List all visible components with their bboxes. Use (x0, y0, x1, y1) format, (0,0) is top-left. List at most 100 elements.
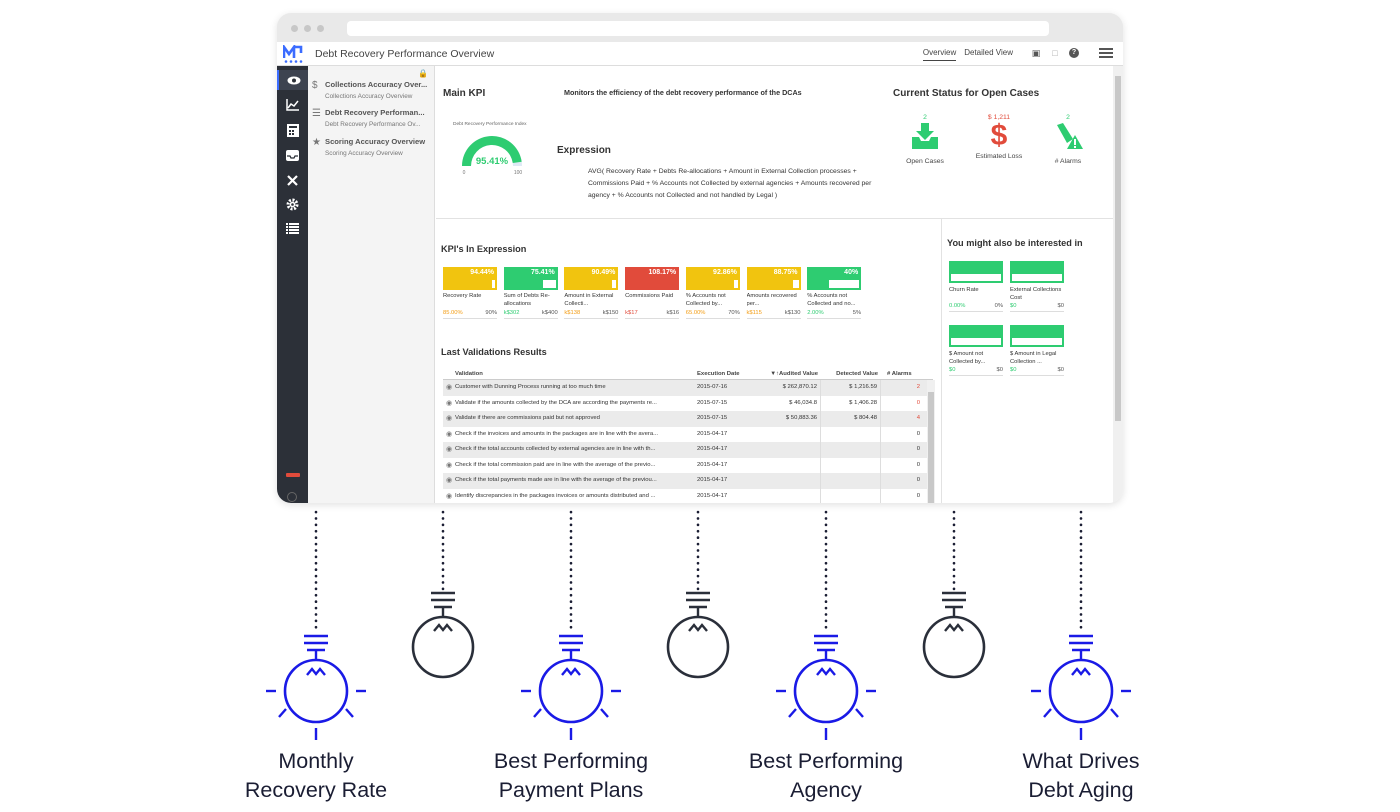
cell-detected: $ 1,406.28 (821, 395, 881, 411)
lightbulb-on-icon (283, 658, 349, 724)
col-execution-date[interactable]: Execution Date (691, 368, 763, 379)
kpi-name: % Accounts not Collected and no... (807, 293, 856, 307)
table-row[interactable]: ◉ Check if the total commission paid are … (443, 457, 933, 474)
lock-icon[interactable]: 🔒 (418, 69, 428, 78)
nav-item-debt-recovery[interactable]: ☰ Debt Recovery Performan... Debt Recove… (312, 108, 432, 128)
eye-icon[interactable]: ◉ (443, 427, 455, 443)
light-ray (788, 708, 797, 718)
section-divider (436, 218, 1113, 219)
table-row[interactable]: ◉ Check if the total accounts collected b… (443, 442, 933, 458)
table-row[interactable]: ◉ Check if the invoices and amounts in th… (443, 426, 933, 443)
cell-validation: Validate if the amounts collected by the… (455, 399, 657, 406)
related-bar (949, 261, 1003, 272)
light-ray (278, 708, 287, 718)
page-scrollbar[interactable] (1113, 66, 1123, 503)
lightbulb-on-icon (1048, 658, 1114, 724)
cell-date: 2015-04-17 (697, 461, 728, 468)
related-progress (1010, 336, 1064, 347)
status-alarms[interactable]: 2 # Alarms (1048, 114, 1088, 165)
eye-icon[interactable]: ◉ (443, 380, 455, 396)
kpi-target: 90% (485, 310, 497, 316)
related-name: External Collections Cost (1010, 287, 1062, 301)
cell-date: 2015-07-16 (697, 384, 728, 390)
cell-validation: Check if the total accounts collected by… (455, 446, 656, 452)
kpi-card[interactable]: 40% % Accounts not Collected and no... 2.0… (807, 267, 862, 323)
gear-icon[interactable] (277, 194, 308, 214)
kpi-card[interactable]: 92.86% % Accounts not Collected by... 65.0… (685, 267, 740, 323)
nav-item-collections[interactable]: $ Collections Accuracy Over... Collectio… (312, 80, 432, 100)
inbox-icon[interactable]: ▣ (1031, 48, 1041, 58)
address-bar[interactable] (347, 21, 1049, 36)
col-alarms[interactable]: # Alarms (881, 368, 923, 379)
eye-icon[interactable]: ◉ (443, 396, 455, 412)
kpi-value: 92.86% (685, 267, 740, 278)
kpi-card[interactable]: 88.75% Amounts recovered per... k$115 k$130 (746, 267, 801, 323)
table-scrollbar[interactable] (927, 380, 935, 503)
kpi-card[interactable]: 108.17% Commissions Paid k$17 k$16 (625, 267, 680, 323)
list-icon[interactable] (277, 218, 308, 238)
bulb-filament (816, 667, 836, 676)
cell-date: 2015-07-15 (697, 415, 728, 421)
col-detected-value[interactable]: Detected Value (821, 368, 881, 379)
help-icon[interactable]: ? (1069, 48, 1079, 58)
related-card[interactable]: External Collections Cost $0 $0 (1010, 261, 1064, 317)
kpi-name: % Accounts not Collected by... (685, 293, 726, 307)
kpi-card[interactable]: 90.49% Amount in External Collecti... k$13… (564, 267, 619, 323)
cell-validation: Customer with Dunning Process running at… (455, 384, 606, 390)
status-estimated-loss[interactable]: $ 1,211 $ Estimated Loss (971, 114, 1027, 160)
app-logo (283, 45, 303, 63)
related-heading: You might also be interested in (947, 238, 1083, 248)
cell-alarms[interactable]: 4 (881, 411, 923, 427)
related-card[interactable]: $ Amount not Collected by... $0 $0 (949, 325, 1003, 381)
window-dot (317, 25, 324, 32)
kpi-card[interactable]: 75.41% Sum of Debts Re-allocations k$302 k$… (503, 267, 558, 323)
cell-alarms[interactable]: 0 (881, 473, 923, 489)
status-label: Open Cases (906, 158, 944, 165)
cell-alarms[interactable]: 0 (881, 396, 923, 412)
lightbulb-off-icon (411, 615, 475, 679)
tab-overview[interactable]: Overview (922, 48, 957, 61)
cell-validation: Check if the invoices and amounts in the… (455, 430, 659, 437)
kpis-heading: KPI's In Expression (441, 244, 527, 254)
caption-line: Payment Plans (498, 778, 644, 802)
status-open-cases[interactable]: 2 Open Cases (902, 114, 948, 165)
related-card[interactable]: $ Amount in Legal Collection ... $0 $0 (1010, 325, 1064, 381)
eye-icon[interactable]: ◉ (443, 411, 455, 427)
tab-detailed-view[interactable]: Detailed View (964, 48, 1013, 61)
table-row[interactable]: ◉ Customer with Dunning Process running a… (443, 380, 933, 396)
light-ray (855, 708, 864, 718)
caption-line: Agency (790, 778, 862, 802)
kpi-progress (564, 278, 619, 290)
eye-icon[interactable]: ◉ (443, 473, 455, 489)
kpi-card[interactable]: 94.44% Recovery Rate 85.00% 90% (443, 267, 497, 323)
inbox-icon[interactable] (277, 145, 308, 165)
col-audited-value[interactable]: ▼↑Audited Value (763, 368, 821, 379)
table-row[interactable]: ◉ Validate if the amounts collected by th… (443, 395, 933, 412)
related-card[interactable]: Churn Rate 0.00% 0% (949, 261, 1003, 317)
eye-icon[interactable]: ◉ (443, 458, 455, 474)
col-validation[interactable]: Validation (455, 368, 691, 379)
main-kpi-gauge[interactable]: 95.41% 0 100 (458, 132, 526, 176)
expression-heading: Expression (557, 145, 611, 156)
kpi-name: Amounts recovered per... (746, 293, 797, 307)
cell-alarms[interactable]: 2 (881, 380, 923, 396)
table-row[interactable]: ◉ Check if the total payments made are in… (443, 473, 933, 489)
nav-item-scoring[interactable]: ★ Scoring Accuracy Overview Scoring Accu… (312, 137, 432, 157)
calculator-icon[interactable] (277, 120, 308, 140)
cell-alarms[interactable]: 0 (881, 442, 923, 458)
hand-icon: ☰ (312, 108, 321, 119)
kpi-progress (443, 278, 497, 290)
chart-icon[interactable] (277, 95, 308, 115)
menu-icon[interactable] (1099, 48, 1113, 58)
eye-icon[interactable]: ◉ (443, 442, 455, 458)
eye-icon[interactable] (277, 70, 308, 90)
kpi-target: k$16 (666, 310, 680, 316)
cell-alarms[interactable]: 0 (881, 427, 923, 443)
clipboard-icon[interactable]: □ (1050, 48, 1060, 58)
kpi-progress (685, 278, 740, 290)
kpi-value: 75.41% (503, 267, 558, 278)
tools-icon[interactable] (277, 170, 308, 190)
table-row[interactable]: ◉ Validate if there are commissions paid … (443, 411, 933, 427)
cell-alarms[interactable]: 0 (881, 458, 923, 474)
related-name: Churn Rate (949, 287, 979, 293)
